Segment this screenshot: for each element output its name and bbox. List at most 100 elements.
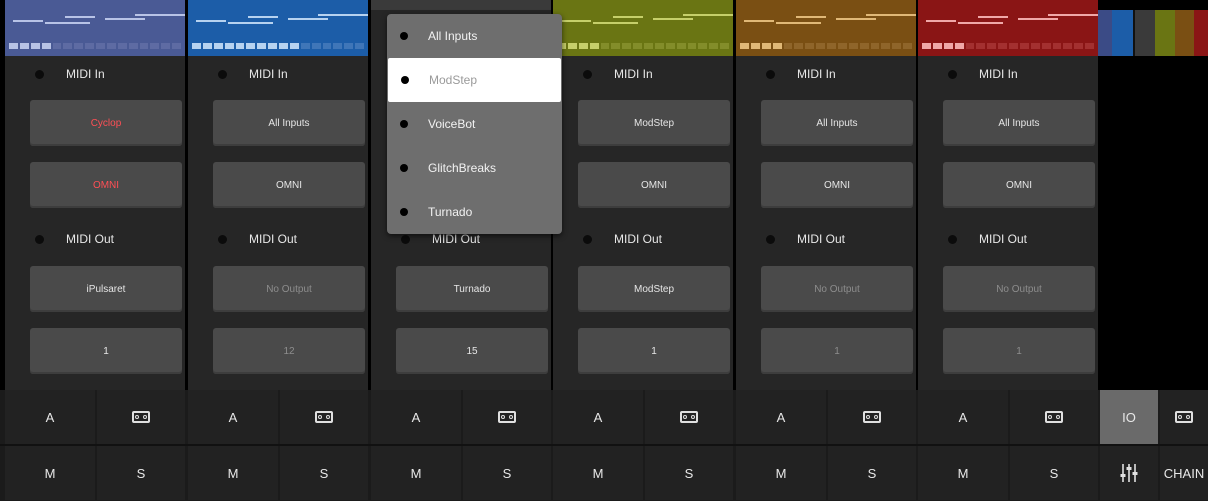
step-indicator: [922, 43, 1094, 49]
dropdown-option[interactable]: Turnado: [387, 190, 562, 234]
midi-input-dropdown[interactable]: All Inputs ModStep VoiceBot GlitchBreaks Tur…: [387, 14, 562, 234]
midi-output-selector[interactable]: iPulsaret: [30, 266, 182, 312]
pattern-line: [593, 22, 638, 24]
midi-out-label: MIDI Out: [736, 229, 845, 249]
midi-output-channel[interactable]: 15: [396, 328, 548, 374]
track-thumbnail[interactable]: [371, 0, 551, 10]
midi-output-selector[interactable]: Turnado: [396, 266, 548, 312]
overview-thumbnails[interactable]: [1098, 10, 1208, 56]
track-thumbnail[interactable]: [5, 0, 185, 56]
midi-input-channel[interactable]: OMNI: [30, 162, 182, 208]
pattern-line: [683, 14, 733, 16]
mute-button-6[interactable]: M: [918, 446, 1008, 500]
solo-button-6[interactable]: S: [1010, 446, 1098, 500]
dropdown-option[interactable]: ModStep: [388, 58, 561, 102]
mixer-button[interactable]: [1100, 446, 1158, 500]
pattern-line: [926, 20, 956, 22]
midi-input-channel[interactable]: OMNI: [943, 162, 1095, 208]
pattern-line: [1018, 18, 1058, 20]
recorder-button-6[interactable]: [1010, 390, 1098, 444]
midi-in-label: MIDI In: [5, 64, 105, 84]
io-button[interactable]: IO: [1100, 390, 1158, 444]
pattern-line: [135, 14, 185, 16]
midi-output-selector[interactable]: No Output: [761, 266, 913, 312]
track-thumbnail[interactable]: [736, 0, 916, 56]
midi-output-channel[interactable]: 12: [213, 328, 365, 374]
midi-input-selector[interactable]: All Inputs: [213, 100, 365, 146]
recorder-button-1[interactable]: [97, 390, 185, 444]
midi-in-label: MIDI In: [553, 64, 653, 84]
pattern-line: [978, 16, 1008, 18]
chain-button[interactable]: CHAIN: [1160, 446, 1208, 500]
track-thumbnail[interactable]: [188, 0, 368, 56]
pattern-line: [653, 18, 693, 20]
pattern-line: [1048, 14, 1098, 16]
pattern-line: [288, 18, 328, 20]
recorder-button-master[interactable]: [1160, 390, 1208, 444]
midi-output-channel[interactable]: 1: [943, 328, 1095, 374]
step-indicator: [192, 43, 364, 49]
mute-button-2[interactable]: M: [188, 446, 278, 500]
solo-button-3[interactable]: S: [463, 446, 551, 500]
auto-button-3[interactable]: A: [371, 390, 461, 444]
midi-output-channel[interactable]: 1: [578, 328, 730, 374]
midi-input-channel[interactable]: OMNI: [578, 162, 730, 208]
solo-button-4[interactable]: S: [645, 446, 733, 500]
dropdown-option[interactable]: GlitchBreaks: [387, 146, 562, 190]
midi-output-channel[interactable]: 1: [761, 328, 913, 374]
led-indicator: [218, 234, 227, 244]
midi-input-selector[interactable]: ModStep: [578, 100, 730, 146]
label-text: MIDI Out: [797, 232, 846, 246]
tape-icon: [1175, 411, 1193, 423]
led-indicator: [401, 234, 410, 244]
pattern-line: [248, 16, 278, 18]
led-indicator: [35, 69, 44, 79]
mute-button-3[interactable]: M: [371, 446, 461, 500]
auto-button-6[interactable]: A: [918, 390, 1008, 444]
dropdown-option[interactable]: VoiceBot: [387, 102, 562, 146]
track-thumbnail[interactable]: [918, 0, 1098, 56]
midi-input-selector[interactable]: Cyclop: [30, 100, 182, 146]
recorder-button-4[interactable]: [645, 390, 733, 444]
mute-button-4[interactable]: M: [553, 446, 643, 500]
pattern-line: [613, 16, 643, 18]
midi-input-channel[interactable]: OMNI: [213, 162, 365, 208]
recorder-button-3[interactable]: [463, 390, 551, 444]
pattern-line: [13, 20, 43, 22]
midi-output-selector[interactable]: No Output: [943, 266, 1095, 312]
led-indicator: [948, 234, 957, 244]
pattern-line: [866, 14, 916, 16]
midi-output-channel[interactable]: 1: [30, 328, 182, 374]
midi-output-selector[interactable]: No Output: [213, 266, 365, 312]
solo-button-2[interactable]: S: [280, 446, 368, 500]
option-dot: [400, 120, 408, 128]
mute-button-1[interactable]: M: [5, 446, 95, 500]
pattern-line: [958, 22, 1003, 24]
option-label: ModStep: [429, 73, 478, 87]
option-label: Turnado: [428, 205, 473, 219]
recorder-button-5[interactable]: [828, 390, 916, 444]
midi-input-selector[interactable]: All Inputs: [943, 100, 1095, 146]
option-dot: [401, 76, 409, 84]
pattern-line: [561, 20, 591, 22]
auto-button-5[interactable]: A: [736, 390, 826, 444]
pattern-line: [796, 16, 826, 18]
mute-button-5[interactable]: M: [736, 446, 826, 500]
auto-button-1[interactable]: A: [5, 390, 95, 444]
recorder-button-2[interactable]: [280, 390, 368, 444]
label-text: MIDI In: [979, 67, 1018, 81]
midi-output-selector[interactable]: ModStep: [578, 266, 730, 312]
label-text: MIDI In: [797, 67, 836, 81]
midi-input-selector[interactable]: All Inputs: [761, 100, 913, 146]
label-text: MIDI Out: [614, 232, 663, 246]
tape-icon: [1045, 411, 1063, 423]
pattern-line: [65, 16, 95, 18]
auto-button-4[interactable]: A: [553, 390, 643, 444]
track-thumbnail[interactable]: [553, 0, 733, 56]
solo-button-1[interactable]: S: [97, 446, 185, 500]
pattern-line: [318, 14, 368, 16]
auto-button-2[interactable]: A: [188, 390, 278, 444]
solo-button-5[interactable]: S: [828, 446, 916, 500]
midi-input-channel[interactable]: OMNI: [761, 162, 913, 208]
dropdown-option[interactable]: All Inputs: [387, 14, 562, 58]
